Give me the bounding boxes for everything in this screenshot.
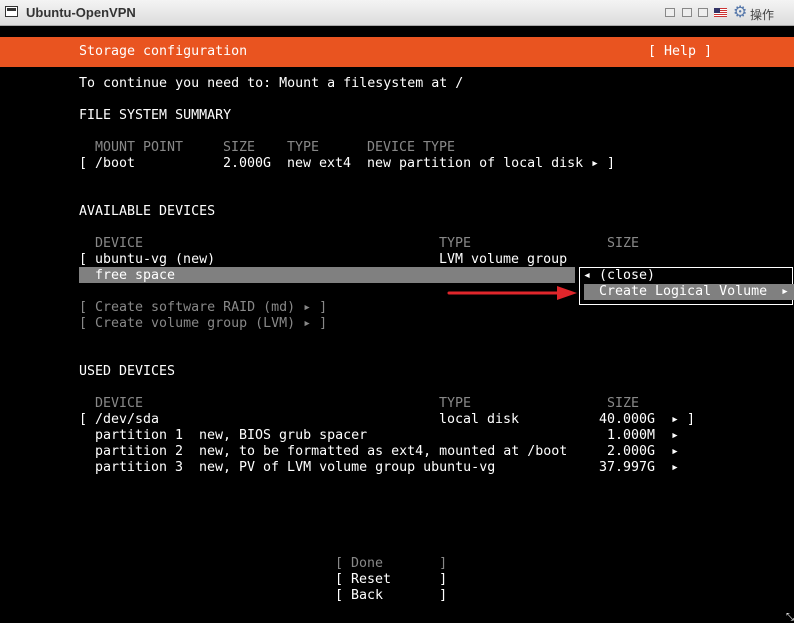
row-bracket: [ bbox=[79, 156, 88, 171]
installer-screen: Storage configuration [ Help ] To contin… bbox=[0, 27, 794, 623]
col-mount-point: MOUNT POINT bbox=[95, 140, 184, 155]
row-arrow[interactable]: ▸ ] bbox=[591, 156, 615, 172]
available-devices-heading: AVAILABLE DEVICES bbox=[79, 204, 216, 219]
partition-name: partition 1 bbox=[95, 428, 184, 443]
partition-desc: new, PV of LVM volume group ubuntu-vg bbox=[199, 460, 496, 475]
chevron-right-icon: ▸ bbox=[781, 284, 790, 299]
col-type: TYPE bbox=[439, 236, 472, 251]
create-vg-button[interactable]: [ Create volume group (LVM) ▸ ] bbox=[79, 316, 327, 332]
reset-button[interactable]: [ Reset ] bbox=[335, 572, 447, 588]
mount-point: /boot bbox=[95, 156, 136, 171]
disk-size: 40.000G bbox=[599, 412, 656, 427]
row-bracket: [ bbox=[79, 252, 88, 267]
fs-summary-heading: FILE SYSTEM SUMMARY bbox=[79, 108, 232, 123]
terminal-app-icon bbox=[5, 6, 18, 17]
col-type: TYPE bbox=[287, 140, 320, 155]
col-device: DEVICE bbox=[95, 396, 144, 411]
col-size: SIZE bbox=[223, 140, 256, 155]
ops-menu[interactable]: 操作 bbox=[750, 6, 774, 23]
row-arrow[interactable]: ▸ bbox=[671, 444, 679, 460]
fit-window-button[interactable] bbox=[665, 8, 675, 17]
close-marker-icon: ◂ bbox=[583, 268, 592, 283]
free-space-label: free space bbox=[95, 268, 176, 283]
row-arrow[interactable]: ▸ bbox=[671, 460, 679, 476]
col-size: SIZE bbox=[607, 396, 640, 411]
disk-name: /dev/sda bbox=[95, 412, 160, 427]
col-type: TYPE bbox=[439, 396, 472, 411]
row-arrow[interactable]: ▸ bbox=[671, 428, 679, 444]
create-logical-volume-item[interactable]: Create Logical Volume bbox=[599, 284, 767, 300]
gear-icon[interactable]: ⚙ bbox=[733, 4, 747, 20]
row-bracket: [ bbox=[79, 412, 88, 427]
window-titlebar: Ubuntu-OpenVPN ⚙ 操作 bbox=[0, 0, 794, 26]
keyboard-flag-icon[interactable] bbox=[714, 8, 727, 17]
page-title: Storage configuration bbox=[79, 44, 248, 59]
col-device-type: DEVICE TYPE bbox=[367, 140, 456, 155]
fs-type: new ext4 bbox=[287, 156, 352, 171]
back-button[interactable]: [ Back ] bbox=[335, 588, 447, 604]
partition-size: 2.000G bbox=[607, 444, 656, 459]
fullscreen-button[interactable] bbox=[682, 8, 692, 17]
partition-desc: new, to be formatted as ext4, mounted at… bbox=[199, 444, 568, 459]
col-device: DEVICE bbox=[95, 236, 144, 251]
vg-name: ubuntu-vg (new) bbox=[95, 252, 216, 267]
partition-size: 37.997G bbox=[599, 460, 656, 475]
col-size: SIZE bbox=[607, 236, 640, 251]
size: 2.000G bbox=[223, 156, 272, 171]
annotation-arrow-icon bbox=[447, 286, 577, 300]
done-button[interactable]: [ Done ] bbox=[335, 556, 447, 572]
help-button[interactable]: [ Help ] bbox=[648, 44, 712, 60]
used-devices-heading: USED DEVICES bbox=[79, 364, 176, 379]
minimize-button[interactable] bbox=[698, 8, 708, 17]
create-raid-button[interactable]: [ Create software RAID (md) ▸ ] bbox=[79, 300, 327, 316]
resize-handle-icon[interactable]: ⤡ bbox=[786, 612, 794, 623]
row-arrow[interactable]: ▸ ] bbox=[671, 412, 695, 428]
disk-type: local disk bbox=[439, 412, 520, 427]
partition-name: partition 3 bbox=[95, 460, 184, 475]
partition-name: partition 2 bbox=[95, 444, 184, 459]
close-menu-item[interactable]: (close) bbox=[599, 268, 655, 284]
partition-desc: new, BIOS grub spacer bbox=[199, 428, 368, 443]
instruction-text: To continue you need to: Mount a filesys… bbox=[79, 76, 464, 91]
partition-size: 1.000M bbox=[607, 428, 656, 443]
device-type: new partition of local disk bbox=[367, 156, 584, 171]
vg-type: LVM volume group bbox=[439, 252, 568, 267]
window-title: Ubuntu-OpenVPN bbox=[26, 5, 136, 20]
